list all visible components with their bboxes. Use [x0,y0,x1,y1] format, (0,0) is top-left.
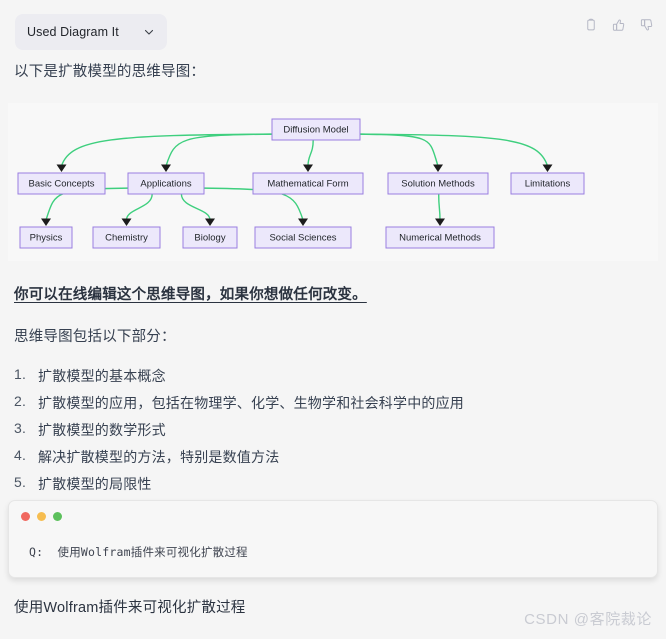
window-controls [21,512,62,521]
list-item: 5. 扩散模型的局限性 [14,474,634,501]
mindmap-node[interactable]: Applications [127,172,205,195]
edit-mindmap-link[interactable]: 你可以在线编辑这个思维导图，如果你想做任何改变。 [14,283,367,304]
mindmap-node-label: Physics [30,233,63,244]
mindmap-edge [359,133,549,167]
list-item-number: 5. [14,474,27,490]
mindmap-arrowhead [121,218,132,226]
mindmap-node[interactable]: Numerical Methods [385,226,495,249]
terminal-panel: Q: 使用Wolfram插件来可视化扩散过程 [8,500,658,578]
sub-heading: 思维导图包括以下部分： [14,329,176,345]
list-item: 3. 扩散模型的数学形式 [14,420,634,447]
mindmap-arrowhead [41,218,51,226]
intro-paragraph: 以下是扩散模型的思维导图： [14,64,206,80]
response-header: Used Diagram It [0,0,666,62]
page-root: Used Diagram It 以下是扩散模型的思维导图： Diffusion … [0,0,666,639]
mindmap-node-label: Basic Concepts [28,179,94,190]
list-item-number: 4. [14,447,27,463]
plugin-used-label: Used Diagram It [27,25,119,39]
watermark: CSDN @客院裁论 [524,611,652,628]
list-item: 2. 扩散模型的应用，包括在物理学、化学、生物学和社会科学中的应用 [14,393,634,420]
mindmap-nodes: Diffusion Model Basic Concepts Application… [17,118,585,249]
mindmap-node[interactable]: Solution Methods [387,172,489,195]
list-item-label: 扩散模型的基本概念 [38,368,166,384]
mindmap-node-label: Biology [194,233,225,244]
mindmap-node-label: Numerical Methods [399,233,481,244]
mindmap-node[interactable]: Chemistry [92,226,161,249]
mindmap-node-label: Limitations [525,179,571,190]
thumbs-up-icon[interactable] [612,18,626,32]
mindmap-node[interactable]: Physics [19,226,73,249]
mindmap-edge [307,139,314,167]
mindmap-edge [359,133,439,167]
mindmap-edge [438,193,441,221]
terminal-prompt-line: Q: 使用Wolfram插件来可视化扩散过程 [29,545,248,559]
mindmap-arrowhead [435,218,445,226]
mindmap-node[interactable]: Limitations [510,172,585,195]
mindmap-node-label: Social Sciences [269,233,336,244]
plugin-used-chip[interactable]: Used Diagram It [15,14,167,50]
mindmap-node-label: Applications [140,179,191,190]
list-item-label: 解决扩散模型的方法，特别是数值方法 [38,449,280,465]
mindmap-node-label: Solution Methods [401,179,475,190]
mindmap-edge [165,133,273,167]
mindmap-arrowhead [56,164,67,172]
copy-icon[interactable] [584,18,598,32]
list-item-label: 扩散模型的局限性 [38,476,152,492]
mindmap-node-label: Diffusion Model [283,125,348,136]
minimize-dot[interactable] [37,512,46,521]
list-item: 1. 扩散模型的基本概念 [14,366,634,393]
close-dot[interactable] [21,512,30,521]
mindmap-arrowhead [205,218,215,226]
mindmap-arrowhead [161,164,171,172]
mindmap-edge [60,133,273,167]
list-item-number: 2. [14,393,27,409]
chevron-down-icon[interactable] [143,26,155,38]
mindmap-node-label: Mathematical Form [267,179,348,190]
mindmap-node[interactable]: Basic Concepts [17,172,106,195]
mindmap-sections-list: 1. 扩散模型的基本概念 2. 扩散模型的应用，包括在物理学、化学、生物学和社会科学中… [14,366,634,501]
mindmap-svg: Diffusion Model Basic Concepts Application… [17,118,585,249]
list-item: 4. 解决扩散模型的方法，特别是数值方法 [14,447,634,474]
list-item-number: 3. [14,420,27,436]
mindmap-node[interactable]: Diffusion Model [271,118,361,141]
response-actions [584,18,654,32]
mindmap-edge [180,193,211,221]
maximize-dot[interactable] [53,512,62,521]
thumbs-down-icon[interactable] [640,18,654,32]
mindmap-node[interactable]: Mathematical Form [252,172,364,195]
mindmap-node[interactable]: Biology [182,226,238,249]
list-item-number: 1. [14,366,27,382]
mindmap-diagram[interactable]: Diffusion Model Basic Concepts Application… [8,103,658,261]
mindmap-node-label: Chemistry [105,233,148,244]
footer-title: 使用Wolfram插件来可视化扩散过程 [14,600,246,616]
mindmap-node[interactable]: Social Sciences [254,226,352,249]
mindmap-edge [125,193,153,221]
mindmap-arrowhead [542,164,553,172]
mindmap-arrowhead [433,164,443,172]
list-item-label: 扩散模型的数学形式 [38,422,166,438]
mindmap-arrowhead [303,164,313,172]
list-item-label: 扩散模型的应用，包括在物理学、化学、生物学和社会科学中的应用 [38,395,464,411]
mindmap-arrowhead [298,218,308,226]
